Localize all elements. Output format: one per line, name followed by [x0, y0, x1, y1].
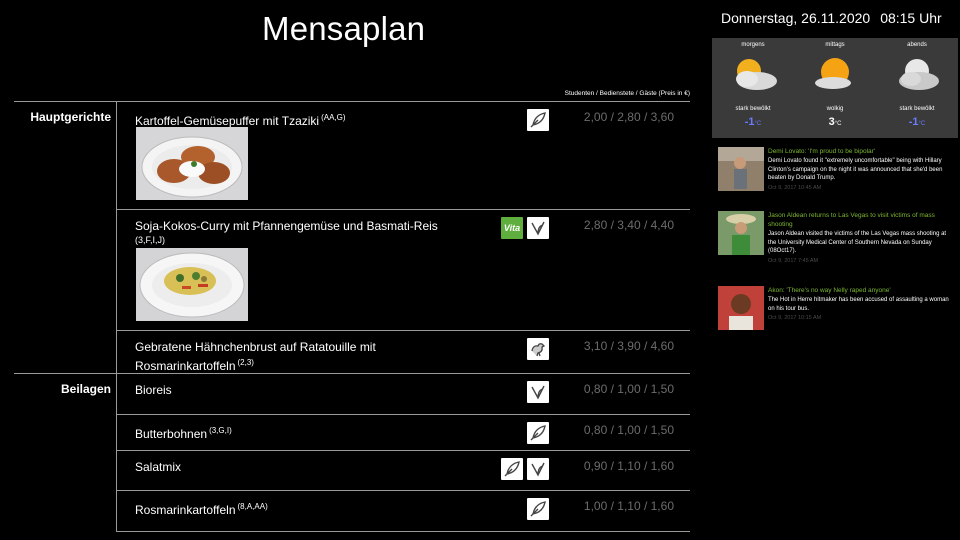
news-item[interactable]: Akon: 'There's no way Nelly raped anyone…	[718, 286, 956, 330]
menu-row: Butterbohnen (3,G,I) 0,80 / 1,00 / 1,50	[117, 414, 690, 450]
vegetarian-icon	[527, 422, 549, 444]
weather-condition: stark bewölkt	[899, 106, 935, 112]
weather-period: morgens	[741, 42, 765, 48]
news-date: Oct 9, 2017 10:45 AM	[768, 184, 822, 191]
dish-name: Butterbohnen (3,G,I)	[135, 426, 232, 441]
dish-name: Bioreis	[135, 383, 172, 397]
weather-evening: abends stark bewölkt -1°C	[876, 38, 958, 138]
news-body: The Hot in Herre hitmaker has been accus…	[768, 297, 949, 312]
allergen-codes: (3,F,I,J)	[135, 235, 166, 245]
dish-price: 2,80 / 3,40 / 4,40	[583, 218, 674, 232]
dish-photo	[136, 248, 248, 321]
weather-panel: morgens stark bewölkt -1°C mittags wolki…	[712, 38, 958, 138]
dish-price: 0,80 / 1,00 / 1,50	[583, 382, 674, 396]
dish-icons	[527, 338, 549, 360]
section-label: Beilagen	[60, 382, 111, 396]
partly-cloudy-icon	[805, 51, 865, 99]
dish-price: 3,10 / 3,90 / 4,60	[583, 339, 674, 353]
dish-price: 0,80 / 1,00 / 1,50	[583, 423, 674, 437]
vital-icon: Vita	[501, 217, 523, 239]
weather-condition: stark bewölkt	[735, 106, 771, 112]
dish-icons	[527, 498, 549, 520]
dish-name: Rosmarinkartoffeln (8,A,AA)	[135, 502, 268, 517]
weather-condition: wolkig	[826, 106, 844, 112]
vegan-icon	[527, 381, 549, 403]
vegan-icon	[527, 458, 549, 480]
price-caption: Studenten / Bedienstete / Gäste (Preis i…	[564, 90, 690, 97]
allergen-codes: (AA,G)	[321, 113, 346, 122]
news-thumbnail	[718, 211, 764, 255]
dish-price: 0,90 / 1,10 / 1,60	[583, 459, 674, 473]
chicken-icon	[527, 338, 549, 360]
vegetarian-icon	[527, 109, 549, 131]
section-main-dishes: Hauptgerichte Kartoffel-Gemüsepuffer mit…	[14, 101, 690, 373]
dish-name: Gebratene Hähnchenbrust auf Ratatouille …	[135, 340, 376, 373]
cloudy-sun-icon	[723, 51, 783, 99]
weather-noon: mittags wolkig 3°C	[794, 38, 876, 138]
weather-temp: 3°C	[828, 116, 842, 128]
menu-row: Bioreis 0,80 / 1,00 / 1,50	[117, 374, 690, 414]
menu-row: Rosmarinkartoffeln (8,A,AA) 1,00 / 1,10 /…	[117, 490, 690, 532]
menu-table: Hauptgerichte Kartoffel-Gemüsepuffer mit…	[14, 101, 690, 532]
section-sides: Beilagen Bioreis 0,80 / 1,00 / 1,50 Butt…	[14, 373, 690, 532]
news-body: Demi Lovato found it "extremely uncomfor…	[768, 158, 943, 181]
weather-temp: -1°C	[908, 116, 926, 128]
dish-icons	[501, 458, 549, 480]
menu-row: Salatmix 0,90 / 1,10 / 1,60	[117, 450, 690, 490]
weather-morning: morgens stark bewölkt -1°C	[712, 38, 794, 138]
news-thumbnail	[718, 286, 764, 330]
dish-price: 2,00 / 2,80 / 3,60	[583, 110, 674, 124]
menu-row: Gebratene Hähnchenbrust auf Ratatouille …	[117, 330, 690, 373]
news-headline[interactable]: Demi Lovato: 'I'm proud to be bipolar'	[768, 147, 956, 156]
dish-price: 1,00 / 1,10 / 1,60	[583, 499, 674, 513]
news-headline[interactable]: Akon: 'There's no way Nelly raped anyone…	[768, 286, 956, 295]
vegan-icon	[527, 217, 549, 239]
dish-name: Soja-Kokos-Curry mit Pfannengemüse und B…	[135, 218, 505, 246]
menu-row: Kartoffel-Gemüsepuffer mit Tzaziki (AA,G)	[117, 102, 690, 209]
dish-photo	[136, 127, 248, 200]
date-time: Donnerstag, 26.11.2020 08:15 Uhr	[721, 10, 942, 26]
news-body: Jason Aldean visited the victims of the …	[768, 231, 947, 254]
news-date: Oct 9, 2017 10:15 AM	[768, 315, 822, 321]
weather-period: mittags	[825, 42, 845, 48]
allergen-codes: (8,A,AA)	[237, 502, 268, 511]
news-date: Oct 9, 2017 7:45 AM	[768, 257, 819, 264]
news-item[interactable]: Jason Aldean returns to Las Vegas to vis…	[718, 211, 956, 264]
vegetarian-icon	[527, 498, 549, 520]
menu-row: Soja-Kokos-Curry mit Pfannengemüse und B…	[117, 209, 690, 330]
weather-period: abends	[907, 42, 927, 48]
section-label: Hauptgerichte	[30, 110, 111, 124]
cloudy-moon-icon	[887, 51, 947, 99]
news-headline[interactable]: Jason Aldean returns to Las Vegas to vis…	[768, 211, 956, 229]
dish-icons	[527, 109, 549, 131]
weather-temp: -1°C	[744, 116, 762, 128]
dish-icons	[527, 422, 549, 444]
dish-icons: Vita	[501, 217, 549, 239]
news-item[interactable]: Demi Lovato: 'I'm proud to be bipolar' D…	[718, 147, 956, 191]
allergen-codes: (2,3)	[237, 358, 254, 367]
vegetarian-icon	[501, 458, 523, 480]
dish-icons	[527, 381, 549, 403]
mensa-display: Mensaplan Donnerstag, 26.11.2020 08:15 Uh…	[0, 0, 960, 540]
current-date: Donnerstag, 26.11.2020	[721, 10, 871, 26]
allergen-codes: (3,G,I)	[209, 426, 232, 435]
news-thumbnail	[718, 147, 764, 191]
current-time: 08:15 Uhr	[880, 10, 942, 26]
page-title: Mensaplan	[262, 10, 426, 47]
dish-name: Salatmix	[135, 460, 182, 474]
